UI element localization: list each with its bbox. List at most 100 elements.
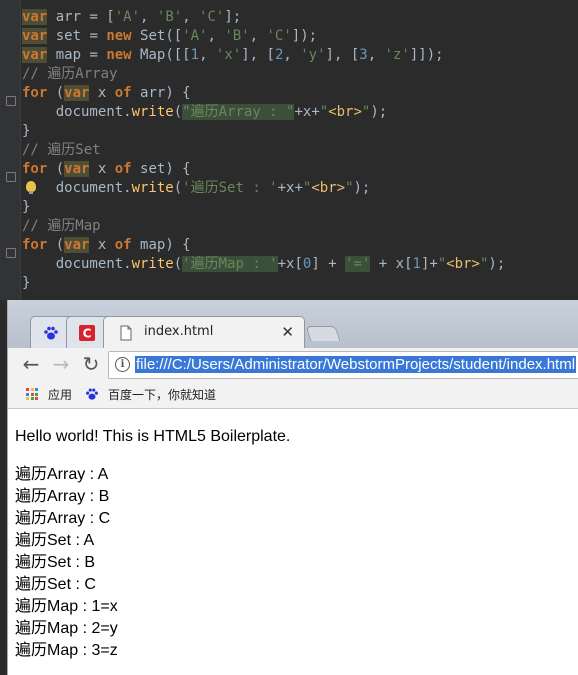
output-list: 遍历Array : A 遍历Array : B 遍历Array : C 遍历Set :… xyxy=(15,464,290,662)
code-line[interactable]: } xyxy=(22,122,505,141)
code-token: <br> xyxy=(446,256,480,272)
output-line: 遍历Map : 1=x xyxy=(15,598,118,615)
baidu-paw-icon xyxy=(86,388,98,400)
tab-close-icon[interactable]: ✕ xyxy=(281,323,294,341)
apps-grid-icon[interactable] xyxy=(26,388,38,400)
bookmark-apps[interactable]: 应用 xyxy=(48,386,72,403)
code-token: Set([ xyxy=(131,28,183,44)
code-token: } xyxy=(22,123,31,139)
code-line[interactable]: var arr = ['A', 'B', 'C']; xyxy=(22,8,505,27)
code-line[interactable]: // 遍历Array xyxy=(22,65,505,84)
tab-title: index.html xyxy=(144,324,214,339)
code-token: ( xyxy=(173,180,183,196)
code-line[interactable]: var set = new Set(['A', 'B', 'C']); xyxy=(22,27,505,46)
code-token: ], [ xyxy=(241,47,275,63)
code-token: ] + xyxy=(311,256,346,272)
code-token: ], [ xyxy=(325,47,360,63)
tab-strip: C index.html ✕ xyxy=(8,300,578,349)
code-token: var xyxy=(64,85,90,101)
code-line[interactable]: // 遍历Map xyxy=(22,217,505,236)
code-token: 1 xyxy=(190,47,200,63)
output-line: 遍历Array : C xyxy=(15,510,111,527)
code-token: , xyxy=(367,47,385,63)
page-content: Hello world! This is HTML5 Boilerplate. … xyxy=(15,426,290,662)
browser-window: C index.html ✕ ← → ↻ i file:///C:/Users/… xyxy=(7,300,578,675)
code-token: // 遍历Array xyxy=(22,66,118,82)
code-token: '=' xyxy=(345,256,371,272)
code-line[interactable]: for (var x of arr) { xyxy=(22,84,505,103)
svg-text:C: C xyxy=(83,327,92,341)
code-token: document. xyxy=(22,180,132,196)
code-token: write xyxy=(131,104,174,120)
code-token: ( xyxy=(47,161,65,177)
output-line: 遍历Set : A xyxy=(15,532,95,549)
code-token: // 遍历Set xyxy=(22,142,101,158)
tab-index-html[interactable]: index.html ✕ xyxy=(103,316,305,349)
new-tab-button[interactable] xyxy=(305,326,341,341)
code-token: write xyxy=(131,256,174,272)
code-line[interactable]: for (var x of map) { xyxy=(22,236,505,255)
page-icon xyxy=(120,325,132,341)
back-arrow-icon[interactable]: ← xyxy=(18,351,44,377)
code-token: '遍历Map : ' xyxy=(182,256,278,272)
code-line[interactable]: var map = new Map([[1, 'x'], [2, 'y'], [… xyxy=(22,46,505,65)
code-token: for xyxy=(22,161,48,177)
fold-marker-icon[interactable] xyxy=(6,96,16,106)
red-c-logo-icon: C xyxy=(79,325,95,341)
code-token: <br> xyxy=(328,104,362,120)
code-line[interactable]: document.write("遍历Array : "+x+"<br>"); xyxy=(22,103,505,122)
code-token: var xyxy=(22,9,48,25)
code-token: var xyxy=(22,28,48,44)
code-token: " xyxy=(319,104,329,120)
code-token: write xyxy=(131,180,174,196)
code-line[interactable]: // 遍历Set xyxy=(22,141,505,160)
code-token: + x[ xyxy=(370,256,413,272)
code-token: 'B' xyxy=(224,28,250,44)
code-token: , xyxy=(283,47,301,63)
code-token: map) { xyxy=(131,237,191,253)
code-token: <br> xyxy=(311,180,346,196)
code-line[interactable]: document.write('遍历Map : '+x[0] + '=' + x… xyxy=(22,255,505,274)
output-line: 遍历Array : A xyxy=(15,466,109,483)
address-bar[interactable]: i file:///C:/Users/Administrator/Webstor… xyxy=(108,351,578,379)
code-token: , xyxy=(249,28,267,44)
code-token: 3 xyxy=(359,47,368,63)
code-line[interactable]: for (var x of set) { xyxy=(22,160,505,179)
bookmarks-bar: 应用 百度一下，你就知道 xyxy=(8,380,578,409)
page-heading: Hello world! This is HTML5 Boilerplate. xyxy=(15,428,291,445)
code-token: new xyxy=(106,47,132,63)
code-token: Map([[ xyxy=(131,47,191,63)
code-editor[interactable]: var arr = ['A', 'B', 'C']; var set = new … xyxy=(0,0,578,300)
code-token: var xyxy=(22,47,48,63)
code-token: , xyxy=(199,47,216,63)
code-token: " xyxy=(345,180,354,196)
bookmark-baidu[interactable]: 百度一下，你就知道 xyxy=(108,386,216,403)
code-token: ]]); xyxy=(409,47,444,63)
code-line[interactable]: } xyxy=(22,274,505,293)
code-token: } xyxy=(22,275,31,291)
forward-arrow-icon[interactable]: → xyxy=(48,351,74,377)
code-text[interactable]: var arr = ['A', 'B', 'C']; var set = new … xyxy=(22,8,505,293)
code-line[interactable]: document.write('遍历Set : '+x+"<br>"); xyxy=(22,179,505,198)
code-token: 'z' xyxy=(384,47,410,63)
code-token: set) { xyxy=(131,161,191,177)
code-token: // 遍历Map xyxy=(22,218,101,234)
code-token: '遍历Set : ' xyxy=(182,180,278,196)
code-token: ( xyxy=(47,237,65,253)
code-token: document. xyxy=(22,104,132,120)
output-line: 遍历Array : B xyxy=(15,488,110,505)
code-token: arr = [ xyxy=(47,9,115,25)
code-token: 'C' xyxy=(266,28,292,44)
lightbulb-icon[interactable] xyxy=(26,181,36,194)
code-token: ( xyxy=(47,85,65,101)
fold-marker-icon[interactable] xyxy=(6,172,16,182)
output-line: 遍历Set : C xyxy=(15,576,96,593)
code-token: for xyxy=(22,85,48,101)
info-icon[interactable]: i xyxy=(115,357,130,372)
code-token: , xyxy=(207,28,225,44)
fold-marker-icon[interactable] xyxy=(6,248,16,258)
url-text[interactable]: file:///C:/Users/Administrator/WebstormP… xyxy=(135,356,577,373)
code-token: ]; xyxy=(224,9,242,25)
code-line[interactable]: } xyxy=(22,198,505,217)
reload-icon[interactable]: ↻ xyxy=(78,351,104,377)
